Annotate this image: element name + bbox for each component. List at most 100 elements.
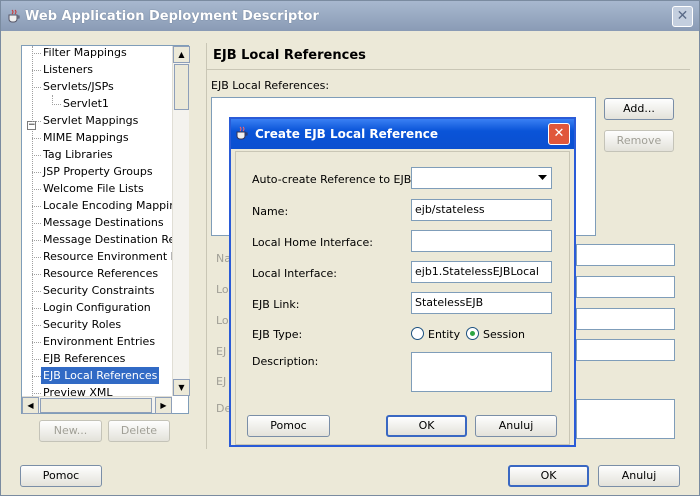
tree-item[interactable]: Resource References <box>43 265 158 282</box>
tree-connector <box>32 223 41 224</box>
window-titlebar[interactable]: Web Application Deployment Descriptor ✕ <box>1 1 699 31</box>
dialog-cancel-button[interactable]: Anuluj <box>475 415 557 437</box>
tree-item[interactable]: Message Destination Refs <box>43 231 172 248</box>
tree-connector <box>32 53 41 54</box>
tree-item[interactable]: EJB References <box>43 350 125 367</box>
tree-item[interactable]: Environment Entries <box>43 333 155 350</box>
tree-item[interactable]: Preview XML <box>43 384 112 396</box>
local-home-interface-input[interactable] <box>411 230 552 252</box>
tree-connector <box>32 138 41 139</box>
panel-title: EJB Local References <box>213 48 366 63</box>
hidden-label-ejb-link: EJ <box>216 345 227 358</box>
tree-item[interactable]: Servlet1 <box>63 95 109 112</box>
tree-connector <box>32 325 41 326</box>
name-input[interactable]: ejb/stateless <box>411 199 552 221</box>
tree-connector <box>32 70 41 71</box>
tree-item[interactable]: EJB Local References <box>41 367 160 384</box>
tree-item[interactable]: Security Constraints <box>43 282 154 299</box>
description-input[interactable] <box>411 352 552 392</box>
tree-item[interactable]: Message Destinations <box>43 214 164 231</box>
tree-connector <box>32 376 41 377</box>
background-name-field[interactable] <box>576 244 675 266</box>
ejb-type-label: EJB Type: <box>252 328 303 341</box>
auto-create-label: Auto-create Reference to EJB: <box>252 173 416 186</box>
tree-item[interactable]: MIME Mappings <box>43 129 129 146</box>
tree-horizontal-scrollbar[interactable]: ◀ ▶ <box>22 396 172 414</box>
main-window: Web Application Deployment Descriptor ✕ … <box>0 0 700 496</box>
tree-item[interactable]: Security Roles <box>43 316 121 333</box>
local-interface-label: Local Interface: <box>252 267 337 280</box>
scroll-right-arrow-icon[interactable]: ▶ <box>155 397 172 414</box>
help-button[interactable]: Pomoc <box>20 465 102 487</box>
scroll-up-arrow-icon[interactable]: ▲ <box>173 46 190 63</box>
window-close-button[interactable]: ✕ <box>672 6 693 27</box>
tree-item[interactable]: Tag Libraries <box>43 146 113 163</box>
tree-connector <box>32 87 41 88</box>
cancel-button[interactable]: Anuluj <box>598 465 680 487</box>
tree-connector <box>32 393 41 394</box>
tree-connector <box>32 342 41 343</box>
tree-connector <box>52 104 61 105</box>
background-ejb-link-field[interactable] <box>576 339 675 361</box>
tree-connector <box>32 274 41 275</box>
background-local-home-field[interactable] <box>576 276 675 298</box>
tree-vscroll-thumb[interactable] <box>174 64 189 110</box>
navigation-tree[interactable]: − Filter Mappings Listeners Servlets/JSPs S… <box>21 45 190 414</box>
tree-item[interactable]: Servlet Mappings <box>43 112 138 129</box>
tree-item[interactable]: Login Configuration <box>43 299 151 316</box>
tree-connector <box>32 189 41 190</box>
tree-guide-line <box>32 46 33 396</box>
local-interface-input[interactable]: ejb1.StatelessEJBLocal <box>411 261 552 283</box>
dialog-title: Create EJB Local Reference <box>255 127 438 141</box>
tree-connector <box>32 240 41 241</box>
ok-button[interactable]: OK <box>508 465 589 487</box>
ejb-link-input[interactable]: StatelessEJB <box>411 292 552 314</box>
chevron-down-icon <box>538 175 547 180</box>
tree-connector <box>32 155 41 156</box>
tree-delete-button[interactable]: Delete <box>108 420 170 442</box>
tree-new-button[interactable]: New... <box>39 420 102 442</box>
java-coffee-icon <box>236 126 248 140</box>
tree-items: − Filter Mappings Listeners Servlets/JSPs S… <box>22 46 172 396</box>
ejb-local-references-label: EJB Local References: <box>211 79 330 92</box>
collapse-icon[interactable]: − <box>27 121 36 130</box>
tree-item[interactable]: JSP Property Groups <box>43 163 153 180</box>
dialog-titlebar[interactable]: Create EJB Local Reference ✕ <box>231 119 574 149</box>
tree-item[interactable]: Filter Mappings <box>43 46 127 61</box>
create-ejb-local-reference-dialog: Create EJB Local Reference ✕ Auto-create… <box>229 117 576 447</box>
tree-item[interactable]: Listeners <box>43 61 93 78</box>
background-description-field[interactable] <box>576 399 675 439</box>
remove-button[interactable]: Remove <box>604 130 674 152</box>
session-radio-label[interactable]: Session <box>483 328 525 341</box>
dialog-close-button[interactable]: ✕ <box>548 123 570 145</box>
java-coffee-icon <box>8 9 20 23</box>
entity-radio[interactable] <box>411 327 424 340</box>
dialog-ok-button[interactable]: OK <box>386 415 467 437</box>
tree-connector <box>32 121 41 122</box>
scroll-left-arrow-icon[interactable]: ◀ <box>22 397 39 414</box>
window-title: Web Application Deployment Descriptor <box>25 9 319 24</box>
tree-connector <box>32 172 41 173</box>
tree-connector <box>32 359 41 360</box>
tree-item[interactable]: Welcome File Lists <box>43 180 144 197</box>
tree-connector <box>32 291 41 292</box>
hidden-label-local-home: Lo <box>216 283 229 296</box>
background-local-interface-field[interactable] <box>576 308 675 330</box>
ejb-link-label: EJB Link: <box>252 298 300 311</box>
tree-connector <box>32 257 41 258</box>
tree-hscroll-thumb[interactable] <box>40 398 152 413</box>
tree-item[interactable]: Resource Environment Ref <box>43 248 172 265</box>
hidden-label-ejb-type: EJ <box>216 375 227 388</box>
tree-connector <box>32 308 41 309</box>
entity-radio-label[interactable]: Entity <box>428 328 460 341</box>
tree-vertical-scrollbar[interactable]: ▲ ▼ <box>172 46 190 396</box>
hidden-label-local: Lo <box>216 314 229 327</box>
add-button[interactable]: Add... <box>604 98 674 120</box>
dialog-help-button[interactable]: Pomoc <box>247 415 330 437</box>
scroll-down-arrow-icon[interactable]: ▼ <box>173 379 190 396</box>
tree-item[interactable]: Servlets/JSPs <box>43 78 114 95</box>
session-radio[interactable] <box>466 327 479 340</box>
tree-connector <box>32 206 41 207</box>
auto-create-dropdown[interactable] <box>411 167 552 189</box>
tree-item[interactable]: Locale Encoding Mapping L <box>43 197 172 214</box>
